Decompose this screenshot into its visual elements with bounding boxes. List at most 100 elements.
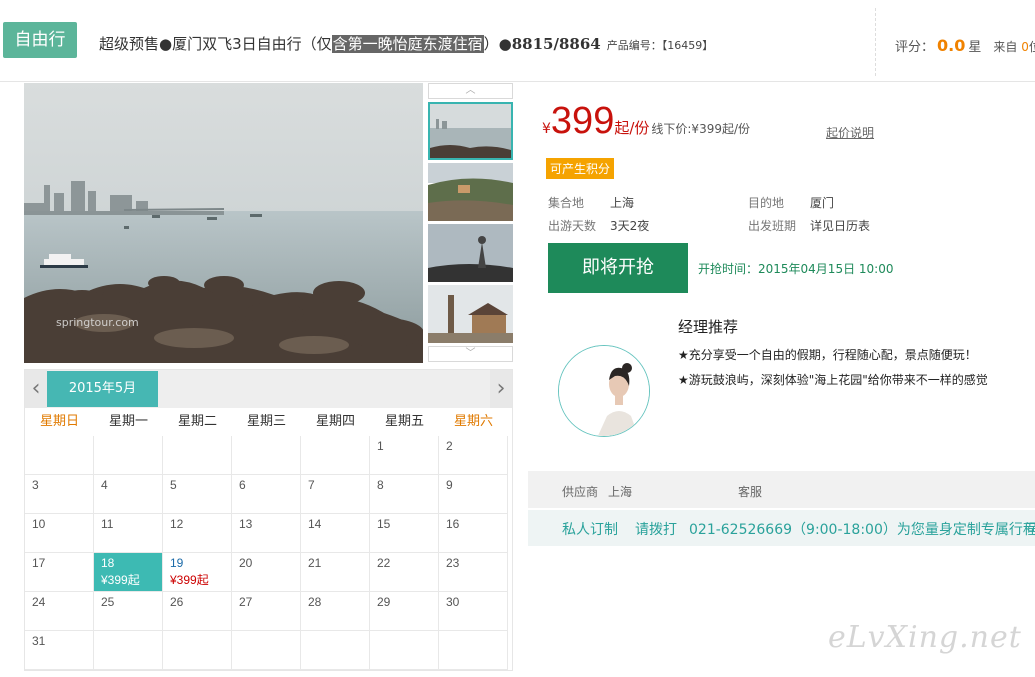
title-prefix: 超级预售●厦门双飞3日自由行（仅 [99,35,332,53]
day-price: ¥399起 [170,573,209,587]
buy-button[interactable]: 即将开抢 [548,243,688,293]
supplier-label: 供应商 [562,485,599,499]
points-badge: 可产生积分 [546,158,615,179]
thumb-up-button[interactable]: ︿ [428,83,513,99]
header-divider [875,8,876,76]
thumb-down-button[interactable]: ﹀ [428,346,513,362]
calendar-day: 16 [439,514,508,553]
day-number: 21 [308,556,322,570]
day-number: 19 [170,556,184,570]
weekday-label: 星期五 [384,414,424,429]
main-photo[interactable]: springtour.com [24,83,423,363]
calendar-day: 12 [163,514,232,553]
weekday-label: 星期六 [453,414,493,429]
thumb-image [428,163,513,221]
day-number: 5 [170,478,177,492]
calendar-day[interactable]: 19 ¥399起 [163,553,232,592]
thumbnail-4[interactable] [428,285,513,343]
day-number: 3 [32,478,39,492]
destination-value: 厦门 [810,196,835,210]
thumbnail-2[interactable] [428,163,513,221]
thumbnail-1[interactable] [428,102,513,160]
rating-label: 评分： [895,40,935,55]
gather-label: 集合地 [548,196,585,210]
day-number: 29 [377,595,391,609]
supplier-value: 上海 [608,485,633,499]
calendar-day: 17 [25,553,94,592]
thumbnail-3[interactable] [428,224,513,282]
calendar-day: 22 [370,553,439,592]
manager-avatar [558,345,650,437]
price-note-link[interactable]: 起价说明 [826,124,874,141]
rating-score: 0.0 [937,36,966,55]
calendar-day [94,631,163,670]
calendar-day: 23 [439,553,508,592]
calendar-month-tab[interactable]: 2015年5月 [47,371,158,407]
calendar-day [439,631,508,670]
calendar-day: 31 [25,631,94,670]
calendar-day: 1 [370,436,439,475]
thumb-image [428,285,513,343]
calendar-day: 9 [439,475,508,514]
thumb-image [430,104,511,158]
thumb-image [428,224,513,282]
calendar-day: 24 [25,592,94,631]
day-number: 31 [32,634,46,648]
next-month-button[interactable]: › [490,370,512,408]
day-price: ¥399起 [101,573,140,587]
day-number: 11 [101,517,114,531]
calendar-day [94,436,163,475]
period-info: 出发班期 详见日历表 [748,217,870,234]
calendar-day: 15 [370,514,439,553]
calendar-day [232,631,301,670]
departure-calendar: ‹ 2015年5月 › 星期日 星期一 星期二 星期三 星期四 星期五 星期六 123456… [24,369,513,671]
calendar-day: 28 [301,592,370,631]
destination-info: 目的地 厦门 [748,194,834,211]
title-highlight: 含第一晚怡庭东渡住宿 [331,35,484,53]
rating: 评分： 0.0 星来自 0位 [895,36,1035,55]
day-number: 22 [377,556,391,570]
calendar-day [163,436,232,475]
calendar-day: 26 [163,592,232,631]
calendar-day: 20 [232,553,301,592]
supplier-bar: 供应商 上海 客服 [528,471,1035,508]
gather-info: 集合地 上海 [548,194,634,211]
day-number: 6 [239,478,246,492]
calendar-day: 7 [301,475,370,514]
title-suffix: ）● [483,35,512,53]
day-number: 16 [446,517,460,531]
rating-unit: 星 [968,40,982,55]
private-custom-link[interactable]: 私人订制 [562,519,618,539]
product-title: 超级预售●厦门双飞3日自由行（仅含第一晚怡庭东渡住宿）●8815/8864 产品编… [99,33,713,54]
call-label: 请拨打 [635,522,677,538]
calendar-day: 27 [232,592,301,631]
calendar-day[interactable]: 18 ¥399起 [94,553,163,592]
rating-from: 来自 0位 [993,40,1035,54]
seaside-photo: springtour.com [24,83,423,363]
weekday-label: 星期二 [177,414,217,429]
price: ¥399起/份 [542,100,650,142]
calendar-day: 30 [439,592,508,631]
price-row: ¥399起/份 线下价:¥399起/份 [542,100,750,143]
calendar-grid: 1 2 3 4 5 6 7 8 9 10 11 12 13 14 15 16 17 18 ¥399起 19 ¥399起 2… [25,436,512,670]
calendar-day: 13 [232,514,301,553]
day-number: 20 [239,556,253,570]
calendar-day [301,436,370,475]
price-unit: 起/份 [614,119,650,137]
weekday-label: 星期三 [246,414,286,429]
day-number: 23 [446,556,460,570]
weekday-label: 星期日 [39,414,79,429]
calendar-day [301,631,370,670]
service-label: 客服 [738,485,763,499]
day-number: 2 [446,439,453,453]
calendar-day: 10 [25,514,94,553]
period-label: 出发班期 [748,219,797,233]
day-number: 13 [239,517,253,531]
calendar-day: 25 [94,592,163,631]
prev-month-button[interactable]: ‹ [25,370,47,408]
day-number: 12 [170,517,184,531]
calendar-day: 21 [301,553,370,592]
day-number: 26 [170,595,184,609]
weekday-row: 星期日 星期一 星期二 星期三 星期四 星期五 星期六 [25,408,512,436]
title-number: 8815/8864 [511,35,601,53]
